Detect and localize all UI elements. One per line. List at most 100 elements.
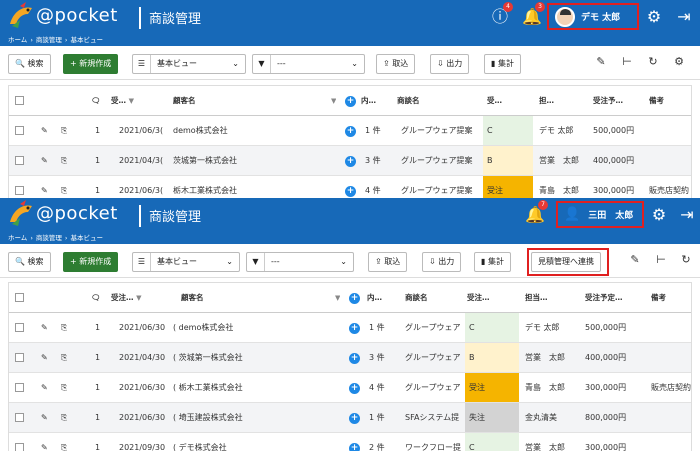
filter-select[interactable]: ▼ --- ⌄ <box>252 54 365 74</box>
cell-customer[interactable]: demo株式会社 <box>173 116 228 145</box>
row-checkbox[interactable] <box>15 413 24 422</box>
col-detail[interactable]: 内… <box>367 283 382 313</box>
gear-icon[interactable]: ⚙ <box>648 204 670 226</box>
add-detail-icon[interactable]: + <box>345 176 356 198</box>
bell-icon[interactable]: 🔔 3 <box>521 2 545 28</box>
cell-customer[interactable]: ( demo株式会社 <box>173 313 233 342</box>
import-button[interactable]: ⇪ 取込 <box>376 54 416 74</box>
row-checkbox[interactable] <box>15 186 24 195</box>
add-detail-icon[interactable]: + <box>345 86 356 116</box>
copy-icon[interactable]: ⎘ <box>61 176 67 198</box>
select-all-checkbox[interactable] <box>15 293 24 302</box>
table-row[interactable]: ✎ ⎘ 1 2021/04/3( 茨城第一株式会社 + 3 件 グループウェア提… <box>9 146 691 176</box>
filter-icon[interactable]: ▼ <box>331 86 336 116</box>
breadcrumb-home[interactable]: ホーム <box>8 234 27 242</box>
col-deal[interactable]: 商談名 <box>397 86 420 116</box>
col-customer[interactable]: 顧客名 <box>181 283 204 313</box>
table-row[interactable]: ✎ ⎘ 1 2021/04/30 ( 茨城第一株式会社 + 3 件 グループウェ… <box>9 343 691 373</box>
col-note[interactable]: 備考 <box>649 86 664 116</box>
edit-columns-icon[interactable]: ✎ <box>626 253 644 266</box>
cell-customer[interactable]: 栃木工業株式会社 <box>173 176 237 198</box>
app-logo-text[interactable]: @pocket <box>36 5 118 26</box>
col-customer[interactable]: 顧客名 <box>173 86 196 116</box>
col-date[interactable]: 受… ▼ <box>111 86 134 116</box>
col-owner[interactable]: 担… <box>539 86 554 116</box>
bell-icon[interactable]: 🔔 7 <box>524 200 548 226</box>
edit-icon[interactable]: ✎ <box>41 313 48 342</box>
cell-customer[interactable]: ( デモ株式会社 <box>173 433 227 451</box>
select-all-checkbox[interactable] <box>15 96 24 105</box>
add-detail-icon[interactable]: + <box>349 343 360 372</box>
logout-icon[interactable]: ⇥ <box>673 6 695 28</box>
column-width-icon[interactable]: ⊢ <box>652 253 670 266</box>
copy-icon[interactable]: ⎘ <box>61 146 67 175</box>
refresh-icon[interactable]: ↻ <box>677 253 695 266</box>
import-button[interactable]: ⇪ 取込 <box>368 252 408 272</box>
edit-icon[interactable]: ✎ <box>41 116 48 145</box>
breadcrumb-home[interactable]: ホーム <box>8 36 27 44</box>
gear-icon[interactable]: ⚙ <box>643 6 665 28</box>
cell-customer[interactable]: 茨城第一株式会社 <box>173 146 237 175</box>
col-deal[interactable]: 商談名 <box>405 283 428 313</box>
table-row[interactable]: ✎ ⎘ 1 2021/06/30 ( demo株式会社 + 1 件 グループウェ… <box>9 313 691 343</box>
cell-customer[interactable]: ( 埼玉建設株式会社 <box>173 403 243 432</box>
table-row[interactable]: ✎ ⎘ 1 2021/06/3( demo株式会社 + 1 件 グループウェア提… <box>9 116 691 146</box>
logout-icon[interactable]: ⇥ <box>676 204 698 226</box>
add-detail-icon[interactable]: + <box>345 146 356 175</box>
edit-columns-icon[interactable]: ✎ <box>592 55 610 68</box>
table-row[interactable]: ✎ ⎘ 1 2021/06/30 ( 埼玉建設株式会社 + 1 件 SFAシステ… <box>9 403 691 433</box>
comment-icon[interactable]: 🗨 <box>91 283 101 313</box>
edit-icon[interactable]: ✎ <box>41 403 48 432</box>
col-note[interactable]: 備考 <box>651 283 666 313</box>
row-checkbox[interactable] <box>15 126 24 135</box>
row-checkbox[interactable] <box>15 323 24 332</box>
comment-icon[interactable]: 🗨 <box>91 86 101 116</box>
app-logo-text[interactable]: @pocket <box>36 203 118 224</box>
user-menu[interactable]: デモ 太郎 <box>547 3 639 30</box>
row-checkbox[interactable] <box>15 353 24 362</box>
view-select[interactable]: ☰ 基本ビュー ⌄ <box>132 54 246 74</box>
copy-icon[interactable]: ⎘ <box>61 403 67 432</box>
edit-icon[interactable]: ✎ <box>41 146 48 175</box>
refresh-icon[interactable]: ↻ <box>644 55 662 68</box>
copy-icon[interactable]: ⎘ <box>61 116 67 145</box>
col-detail[interactable]: 内… <box>361 86 376 116</box>
add-detail-icon[interactable]: + <box>349 313 360 342</box>
col-status[interactable]: 受… <box>487 86 502 116</box>
copy-icon[interactable]: ⎘ <box>61 313 67 342</box>
user-menu[interactable]: 👤 三田 太郎 <box>556 201 644 228</box>
add-detail-icon[interactable]: + <box>349 283 360 313</box>
edit-icon[interactable]: ✎ <box>41 343 48 372</box>
export-button[interactable]: ⇩ 出力 <box>430 54 470 74</box>
search-button[interactable]: 🔍 検索 <box>8 54 51 74</box>
filter-icon[interactable]: ▼ <box>335 283 340 313</box>
add-detail-icon[interactable]: + <box>349 373 360 402</box>
search-button[interactable]: 🔍 検索 <box>8 252 51 272</box>
row-checkbox[interactable] <box>15 383 24 392</box>
edit-icon[interactable]: ✎ <box>41 433 48 451</box>
warning-icon[interactable]: ⓘ 4 <box>489 2 513 28</box>
table-row[interactable]: ✎ ⎘ 1 2021/06/30 ( 栃木工業株式会社 + 4 件 グループウェ… <box>9 373 691 403</box>
column-width-icon[interactable]: ⊢ <box>618 55 636 68</box>
table-row[interactable]: ✎ ⎘ 1 2021/09/30 ( デモ株式会社 + 2 件 ワークフロー提 … <box>9 433 691 451</box>
view-select[interactable]: ☰ 基本ビュー ⌄ <box>132 252 240 272</box>
copy-icon[interactable]: ⎘ <box>61 343 67 372</box>
col-amount[interactable]: 受注予… <box>593 86 623 116</box>
edit-icon[interactable]: ✎ <box>41 373 48 402</box>
new-record-button[interactable]: + 新規作成 <box>63 54 119 74</box>
row-checkbox[interactable] <box>15 156 24 165</box>
cell-customer[interactable]: ( 栃木工業株式会社 <box>173 373 243 402</box>
col-owner[interactable]: 担当… <box>525 283 548 313</box>
edit-icon[interactable]: ✎ <box>41 176 48 198</box>
copy-icon[interactable]: ⎘ <box>61 373 67 402</box>
export-button[interactable]: ⇩ 出力 <box>422 252 462 272</box>
table-row[interactable]: ✎ ⎘ 1 2021/06/3( 栃木工業株式会社 + 4 件 グループウェア提… <box>9 176 691 198</box>
add-detail-icon[interactable]: + <box>349 433 360 451</box>
filter-select[interactable]: ▼ --- ⌄ <box>246 252 354 272</box>
breadcrumb-deals[interactable]: 商談管理 <box>36 234 62 242</box>
col-status[interactable]: 受注… <box>467 283 490 313</box>
col-date[interactable]: 受注… ▼ <box>111 283 142 313</box>
breadcrumb-deals[interactable]: 商談管理 <box>36 36 62 44</box>
cell-customer[interactable]: ( 茨城第一株式会社 <box>173 343 243 372</box>
row-checkbox[interactable] <box>15 443 24 451</box>
